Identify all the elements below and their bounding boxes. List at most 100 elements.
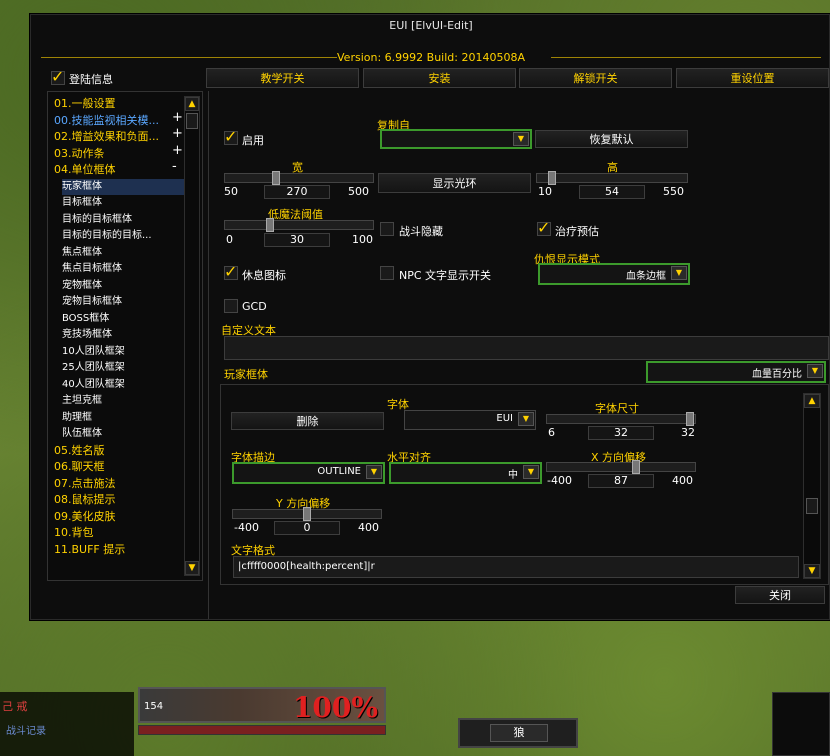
chevron-down-icon: ▼ [807, 364, 823, 378]
chevron-down-icon: ▼ [523, 465, 539, 479]
x-offset-value[interactable]: 87 [588, 474, 654, 488]
action-button[interactable]: 狼 [490, 724, 548, 742]
width-slider-thumb[interactable] [272, 171, 280, 185]
rest-icon-checkbox[interactable]: ✓ [224, 262, 238, 281]
sidebar-item[interactable]: 宠物框体 [62, 278, 188, 294]
npc-text-label: NPC 文字显示开关 [399, 269, 492, 282]
chevron-down-icon: ▼ [671, 266, 687, 280]
expand-icon[interactable]: + [172, 143, 183, 158]
panel-scroll-thumb[interactable] [806, 498, 818, 514]
scroll-up-icon[interactable]: ▲ [804, 394, 820, 408]
show-aura-button[interactable]: 显示光环 [378, 173, 531, 193]
unlock-toggle-button[interactable]: 解锁开关 [519, 68, 672, 88]
sidebar-item[interactable]: 10.背包 [54, 525, 180, 541]
sidebar-item[interactable]: 目标框体 [62, 195, 188, 211]
sidebar-item[interactable]: 40人团队框架 [62, 377, 188, 393]
sidebar-item[interactable]: 11.BUFF 提示 [54, 542, 180, 558]
sidebar-item[interactable]: 06.聊天框 [54, 459, 180, 475]
sidebar-item[interactable]: 宠物目标框体 [62, 294, 188, 310]
width-value[interactable]: 270 [264, 185, 330, 199]
sidebar-item[interactable]: 竞技场框体 [62, 327, 188, 343]
sidebar-item[interactable]: 09.美化皮肤 [54, 509, 180, 525]
sidebar-item[interactable]: 焦点框体 [62, 245, 188, 261]
sidebar-item[interactable]: 08.鼠标提示 [54, 492, 180, 508]
low-mana-slider-thumb[interactable] [266, 218, 274, 232]
login-info-label: 登陆信息 [69, 73, 113, 86]
custom-text-input[interactable] [224, 336, 829, 360]
sidebar-item[interactable]: 02.增益效果和负面... [54, 129, 180, 145]
x-offset-slider[interactable] [546, 462, 696, 472]
chat-tab-combat-log[interactable]: 战斗记录 [6, 722, 46, 737]
sidebar-item[interactable]: 目标的目标的目标... [62, 228, 188, 244]
frame-text-value: 血量百分比 [752, 369, 802, 380]
install-button[interactable]: 安装 [363, 68, 516, 88]
close-button[interactable]: 关闭 [735, 586, 825, 604]
width-max: 500 [348, 185, 369, 198]
sidebar-item[interactable]: 04.单位框体 [54, 162, 180, 178]
sidebar-item[interactable]: 00.技能监视相关模... [54, 113, 180, 129]
sidebar-item[interactable]: 25人团队框架 [62, 360, 188, 376]
tutorial-toggle-button[interactable]: 教学开关 [206, 68, 359, 88]
sidebar-item[interactable]: 焦点目标框体 [62, 261, 188, 277]
threat-mode-dropdown[interactable]: 血条边框 ▼ [538, 263, 690, 285]
gcd-checkbox[interactable] [224, 299, 238, 313]
chevron-down-icon: ▼ [513, 132, 529, 146]
chat-tab-general[interactable]: 己 戒 [2, 698, 28, 714]
font-size-slider[interactable] [546, 414, 696, 424]
font-size-value[interactable]: 32 [588, 426, 654, 440]
font-dropdown[interactable]: EUI ▼ [404, 410, 536, 430]
width-min: 50 [224, 185, 238, 198]
sidebar-item[interactable]: BOSS框体 [62, 311, 188, 327]
enable-checkbox[interactable]: ✓ [224, 127, 238, 146]
y-offset-slider-thumb[interactable] [303, 507, 311, 521]
sidebar-item[interactable]: 主坦克框 [62, 393, 188, 409]
scroll-down-icon[interactable]: ▼ [185, 561, 199, 575]
sidebar-scrollbar[interactable]: ▲ ▼ [184, 96, 200, 576]
login-info-checkbox[interactable]: ✓ [51, 67, 65, 86]
scroll-up-icon[interactable]: ▲ [185, 97, 199, 111]
y-offset-value[interactable]: 0 [274, 521, 340, 535]
height-value[interactable]: 54 [579, 185, 645, 199]
heal-predict-checkbox[interactable]: ✓ [537, 218, 551, 237]
font-size-slider-thumb[interactable] [686, 412, 694, 426]
width-slider[interactable] [224, 173, 374, 183]
sidebar-item[interactable]: 10人团队框架 [62, 344, 188, 360]
delete-button[interactable]: 删除 [231, 412, 384, 430]
justify-dropdown[interactable]: 中 ▼ [389, 462, 542, 484]
chat-frame: 己 戒 战斗记录 [0, 692, 134, 756]
sidebar-item[interactable]: 05.姓名版 [54, 443, 180, 459]
copy-from-dropdown[interactable]: ▼ [380, 129, 532, 149]
low-mana-value[interactable]: 30 [264, 233, 330, 247]
expand-icon[interactable]: + [172, 126, 183, 141]
restore-defaults-button[interactable]: 恢复默认 [535, 130, 688, 148]
scroll-down-icon[interactable]: ▼ [804, 564, 820, 578]
sidebar-item[interactable]: 07.点击施法 [54, 476, 180, 492]
justify-value: 中 [508, 470, 518, 481]
sidebar-scroll-thumb[interactable] [186, 113, 198, 129]
combat-hide-checkbox[interactable] [380, 222, 394, 236]
outline-dropdown[interactable]: OUTLINE ▼ [232, 462, 385, 484]
panel-scrollbar[interactable]: ▲ ▼ [803, 393, 821, 579]
frame-label: 玩家框体 [224, 368, 268, 381]
height-max: 550 [663, 185, 684, 198]
sidebar-item[interactable]: 助理框 [62, 410, 188, 426]
reset-position-button[interactable]: 重设位置 [676, 68, 829, 88]
low-mana-max: 100 [352, 233, 373, 246]
enable-label: 启用 [242, 134, 264, 147]
expand-icon[interactable]: + [172, 110, 183, 125]
sidebar-item[interactable]: 01.一般设置 [54, 96, 180, 112]
height-slider[interactable] [536, 173, 688, 183]
height-slider-thumb[interactable] [548, 171, 556, 185]
frame-text-dropdown[interactable]: 血量百分比 ▼ [646, 361, 826, 383]
sidebar-item[interactable]: 玩家框体 [62, 178, 188, 195]
player-unit-frame[interactable]: 154 100% [138, 687, 386, 724]
collapse-icon[interactable]: - [172, 159, 177, 174]
sidebar-item[interactable]: 队伍框体 [62, 426, 188, 442]
heal-predict-label: 治疗预估 [555, 225, 599, 238]
npc-text-checkbox[interactable] [380, 266, 394, 280]
format-input[interactable]: |cffff0000[health:percent]|r [233, 556, 799, 578]
x-offset-slider-thumb[interactable] [632, 460, 640, 474]
sidebar-item[interactable]: 目标的目标框体 [62, 212, 188, 228]
low-mana-slider[interactable] [224, 220, 374, 230]
sidebar-item[interactable]: 03.动作条 [54, 146, 180, 162]
